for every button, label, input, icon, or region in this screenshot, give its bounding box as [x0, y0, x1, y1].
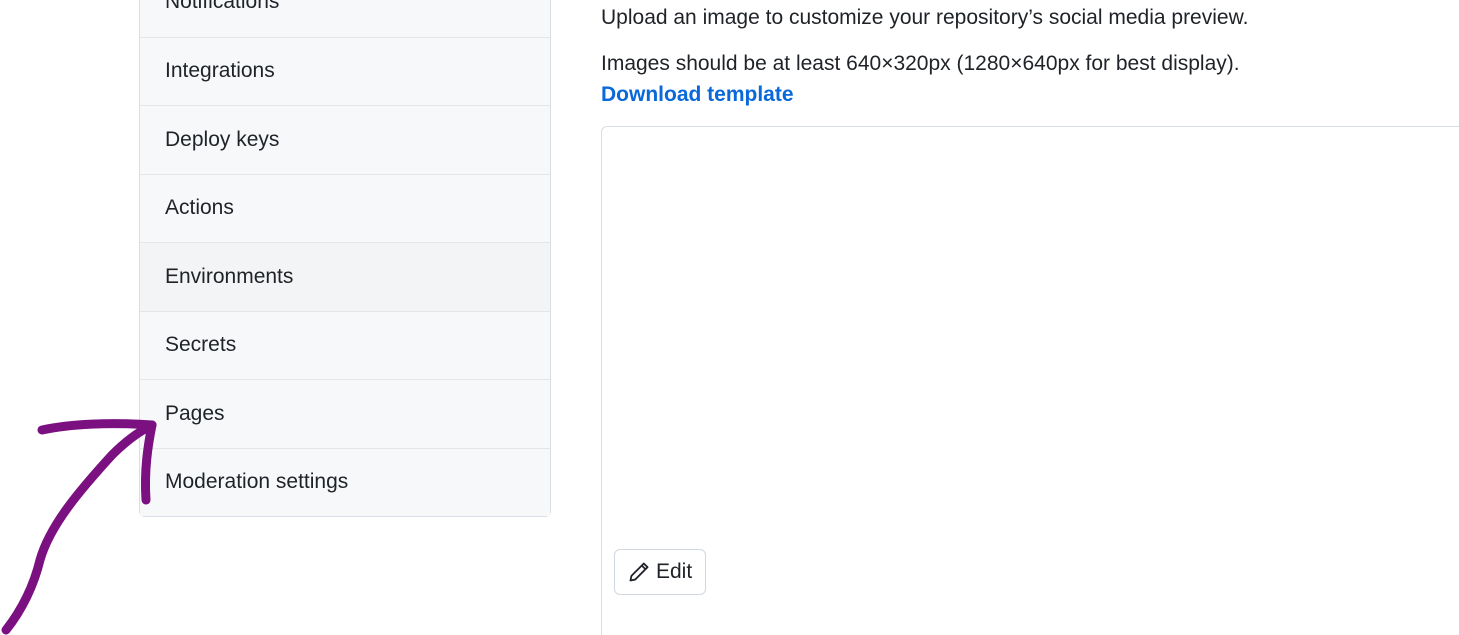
sidebar-item-actions[interactable]: Actions — [140, 173, 550, 242]
sidebar-item-secrets[interactable]: Secrets — [140, 310, 550, 379]
settings-page: Notifications Integrations Deploy keys A… — [0, 0, 1459, 635]
arrow-head-top — [37, 419, 157, 435]
sidebar-item-label: Pages — [165, 401, 225, 425]
settings-sidebar: Notifications Integrations Deploy keys A… — [139, 0, 551, 517]
pencil-icon — [628, 561, 650, 583]
sidebar-item-notifications[interactable]: Notifications — [140, 0, 550, 37]
sidebar-item-pages[interactable]: Pages — [140, 379, 550, 448]
social-preview-description: Upload an image to customize your reposi… — [601, 6, 1249, 29]
sidebar-item-label: Integrations — [165, 59, 275, 83]
sidebar-item-label: Notifications — [165, 0, 280, 14]
sidebar-item-label: Deploy keys — [165, 127, 280, 151]
sidebar-item-moderation-settings[interactable]: Moderation settings — [140, 447, 550, 516]
sidebar-item-integrations[interactable]: Integrations — [140, 36, 550, 105]
social-preview-image-box: Edit — [601, 126, 1459, 635]
edit-button-label: Edit — [656, 560, 693, 583]
arrow-shaft — [1, 420, 157, 635]
download-template-link[interactable]: Download template — [601, 83, 794, 107]
sidebar-item-environments[interactable]: Environments — [140, 242, 550, 311]
edit-button[interactable]: Edit — [614, 549, 707, 595]
sidebar-item-label: Environments — [165, 264, 294, 288]
sidebar-item-label: Secrets — [165, 333, 237, 357]
sidebar-item-deploy-keys[interactable]: Deploy keys — [140, 105, 550, 174]
sidebar-item-label: Moderation settings — [165, 470, 349, 494]
sidebar-item-label: Actions — [165, 196, 234, 220]
image-size-hint: Images should be at least 640×320px (128… — [601, 52, 1240, 75]
